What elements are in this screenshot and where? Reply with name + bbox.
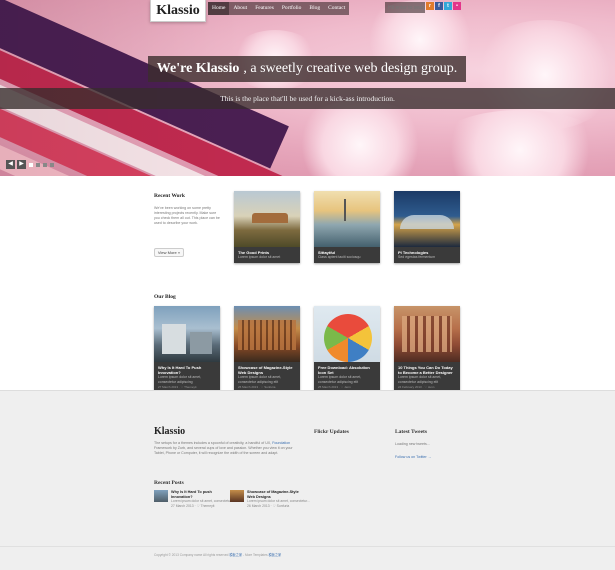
blog-card[interactable]: Free Download: Absolution Icon Set Lorem…: [314, 306, 380, 393]
main-content: [0, 176, 615, 390]
recent-post-thumb: [154, 490, 168, 502]
blog-post-desc: Lorem ipsum dolor sit amet, consectetur …: [158, 375, 202, 384]
blog-post-desc: Lorem ipsum dolor sit amet, consectetur …: [398, 375, 442, 384]
copyright-text: - More Templates: [242, 553, 269, 557]
recent-post-title[interactable]: Why Is It Hard To push Innovation?: [171, 490, 223, 499]
blog-caption: Showcase of Magazine-Style Web Designs L…: [234, 362, 300, 393]
search-input[interactable]: [385, 2, 425, 13]
work-card[interactable]: Sittaytful Class aptent taciti sociosqu: [314, 191, 380, 263]
work-caption: The Good Prints Lorem ipsum dolor sit am…: [234, 247, 300, 263]
work-image: [234, 191, 300, 247]
slider-dot[interactable]: [43, 162, 47, 167]
blog-caption: 10 Things You Can Do Today to Become a B…: [394, 362, 460, 393]
facebook-icon[interactable]: f: [435, 2, 443, 10]
work-caption: PI Technologies Sed egestas fermentum: [394, 247, 460, 263]
blog-card[interactable]: Why Is It Hard To Push Innovation? Lorem…: [154, 306, 220, 393]
nav-blog[interactable]: Blog: [305, 2, 324, 15]
flickr-title: Flickr Updates: [314, 429, 349, 435]
footer-about-text: Framework by Zurb, and several cups of l…: [154, 446, 293, 455]
footer-about-text: The setups for a themes includes a spoon…: [154, 441, 272, 445]
recent-post-title[interactable]: Showcase of Magazine-Style Web Designs: [247, 490, 299, 499]
hero-subline: This is the place that'll be used for a …: [0, 88, 615, 109]
nav-about[interactable]: About: [229, 2, 251, 15]
blog-card[interactable]: 10 Things You Can Do Today to Become a B…: [394, 306, 460, 393]
prev-arrow-icon[interactable]: ◀: [6, 160, 15, 169]
footer-divider: [0, 546, 615, 547]
blog-post-desc: Lorem ipsum dolor sit amet, consectetur …: [238, 375, 282, 384]
blog-image: [394, 306, 460, 362]
footer: [0, 390, 615, 570]
copyright: Copyright © 2013 Company name All rights…: [154, 552, 281, 557]
nav-contact[interactable]: Contact: [324, 2, 349, 15]
footer-logo[interactable]: Klassio: [154, 426, 185, 437]
work-desc: Class aptent taciti sociosqu: [318, 255, 361, 259]
blog-post-title: Why Is It Hard To Push Innovation?: [158, 365, 202, 375]
slider-dot[interactable]: [29, 162, 33, 167]
logo[interactable]: Klassio: [150, 0, 206, 22]
main-nav: Home About Features Portfolio Blog Conta…: [208, 2, 350, 15]
recent-work-title: Recent Work: [154, 193, 185, 199]
foundation-link[interactable]: Foundation: [272, 441, 290, 445]
hero-headline-bold: We're Klassio: [156, 61, 240, 76]
recent-post-desc: Lorem ipsum dolor sit amet, consectetur.…: [247, 499, 310, 504]
slider-dot[interactable]: [36, 162, 40, 167]
slider-dot[interactable]: [50, 162, 54, 167]
work-image: [314, 191, 380, 247]
copyright-text: Copyright © 2013 Company name All rights…: [154, 553, 229, 557]
hero-slider: Klassio Home About Features Portfolio Bl…: [0, 0, 615, 176]
blog-post-title: Free Download: Absolution Icon Set: [318, 365, 370, 375]
copyright-link[interactable]: 模板之家: [268, 553, 281, 557]
recent-post-thumb: [230, 490, 244, 502]
blog-image: [314, 306, 380, 362]
hero-headline-rest: , a sweetly creative web design group.: [243, 61, 458, 76]
nav-portfolio[interactable]: Portfolio: [278, 2, 306, 15]
blog-card[interactable]: Showcase of Magazine-Style Web Designs L…: [234, 306, 300, 393]
twitter-icon[interactable]: t: [444, 2, 452, 10]
next-arrow-icon[interactable]: ▶: [17, 160, 26, 169]
recent-post-item[interactable]: Showcase of Magazine-Style Web Designs L…: [230, 490, 310, 508]
recent-work-intro: We've been working on some pretty intere…: [154, 206, 220, 225]
tweets-title: Latest Tweets: [395, 429, 428, 435]
work-card[interactable]: The Good Prints Lorem ipsum dolor sit am…: [234, 191, 300, 263]
blog-title: Our Blog: [154, 294, 176, 300]
blog-post-title: Showcase of Magazine-Style Web Designs: [238, 365, 293, 375]
hero-headline: We're Klassio, a sweetly creative web de…: [148, 56, 466, 82]
social-links: r f t •: [426, 2, 461, 10]
tweets-loading: Loading new tweets...: [395, 442, 430, 446]
blog-post-title: 10 Things You Can Do Today to Become a B…: [398, 365, 453, 375]
page: Klassio Home About Features Portfolio Bl…: [0, 0, 615, 570]
copyright-link[interactable]: 模板之家: [229, 553, 242, 557]
work-caption: Sittaytful Class aptent taciti sociosqu: [314, 247, 380, 263]
slider-controls: ◀ ▶: [6, 160, 54, 169]
recent-post-desc: Lorem ipsum dolor sit amet, consectetur.…: [171, 499, 234, 504]
blog-caption: Why Is It Hard To Push Innovation? Lorem…: [154, 362, 220, 393]
work-image: [394, 191, 460, 247]
recent-post-item[interactable]: Why Is It Hard To push Innovation? Lorem…: [154, 490, 234, 508]
recent-post-meta: 27 March 2013 · ♡ Themeyit: [171, 503, 215, 508]
work-desc: Lorem ipsum dolor sit amet: [238, 255, 281, 259]
work-desc: Sed egestas fermentum: [398, 255, 436, 259]
recent-post-meta: 26 March 2013 · ♡ Sunfuria: [247, 503, 290, 508]
footer-about: The setups for a themes includes a spoon…: [154, 441, 304, 456]
blog-post-desc: Lorem ipsum dolor sit amet, consectetur …: [318, 375, 362, 384]
flickr-icon[interactable]: •: [453, 2, 461, 10]
view-more-button[interactable]: View More »: [154, 248, 184, 257]
nav-home[interactable]: Home: [208, 2, 230, 15]
blog-image: [154, 306, 220, 362]
blog-image: [234, 306, 300, 362]
logo-text: Klassio: [156, 2, 200, 18]
recent-posts-title: Recent Posts: [154, 480, 184, 486]
blog-caption: Free Download: Absolution Icon Set Lorem…: [314, 362, 380, 393]
nav-features[interactable]: Features: [251, 2, 278, 15]
rss-icon[interactable]: r: [426, 2, 434, 10]
work-card[interactable]: PI Technologies Sed egestas fermentum: [394, 191, 460, 263]
follow-twitter-link[interactable]: Follow us on Twitter →: [395, 455, 431, 459]
